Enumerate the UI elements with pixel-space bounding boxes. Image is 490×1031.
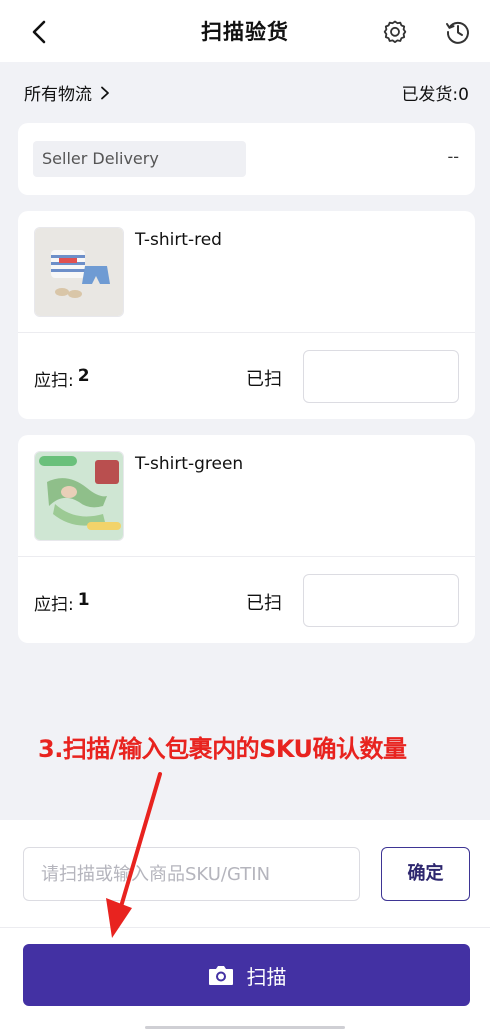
scanned-qty-input[interactable]: [303, 350, 459, 403]
expected-qty-value: 1: [77, 590, 90, 610]
scan-button-label: 扫描: [246, 964, 287, 989]
gear-icon[interactable]: [381, 18, 409, 46]
top-bar: 扫描验货: [0, 0, 490, 62]
item-name: T-shirt-green: [135, 454, 244, 474]
scanned-label: 已扫: [246, 369, 282, 390]
carrier-filter-label: 所有物流: [24, 85, 92, 105]
item-card: T-shirt-green 应扫: 1 已扫: [18, 435, 475, 643]
carrier-filter[interactable]: 所有物流: [24, 80, 110, 105]
divider: [18, 332, 475, 333]
divider: [18, 556, 475, 557]
seller-card: Seller Delivery --: [18, 123, 475, 195]
history-icon[interactable]: [444, 18, 472, 46]
expected-qty-label: 应扫:: [34, 595, 74, 615]
expected-qty-label: 应扫:: [34, 371, 74, 391]
scanned-qty-input[interactable]: [303, 574, 459, 627]
shipped-count-value: 0: [458, 85, 469, 105]
seller-value: --: [447, 147, 459, 166]
product-thumbnail: [34, 227, 124, 317]
page-title: 扫描验货: [201, 20, 289, 44]
shipped-count: 已发货:0: [401, 80, 469, 105]
scanned-label: 已扫: [246, 593, 282, 614]
expected-qty: 应扫: 2: [34, 366, 90, 391]
home-indicator: [145, 1026, 345, 1029]
camera-icon: [208, 966, 233, 985]
confirm-button[interactable]: 确定: [381, 847, 470, 901]
divider: [0, 927, 490, 928]
shipped-label: 已发货:: [401, 85, 459, 105]
expected-qty-value: 2: [77, 366, 90, 386]
seller-tag: Seller Delivery: [33, 141, 246, 177]
item-card: T-shirt-red 应扫: 2 已扫: [18, 211, 475, 419]
sku-search-input[interactable]: [23, 847, 360, 901]
item-name: T-shirt-red: [135, 230, 222, 250]
product-thumbnail: [34, 451, 124, 541]
chevron-right-icon: [101, 86, 109, 99]
instruction-annotation: 3.扫描/输入包裹内的SKU确认数量: [38, 735, 407, 763]
expected-qty: 应扫: 1: [34, 590, 90, 615]
scan-button[interactable]: 扫描: [23, 944, 470, 1006]
